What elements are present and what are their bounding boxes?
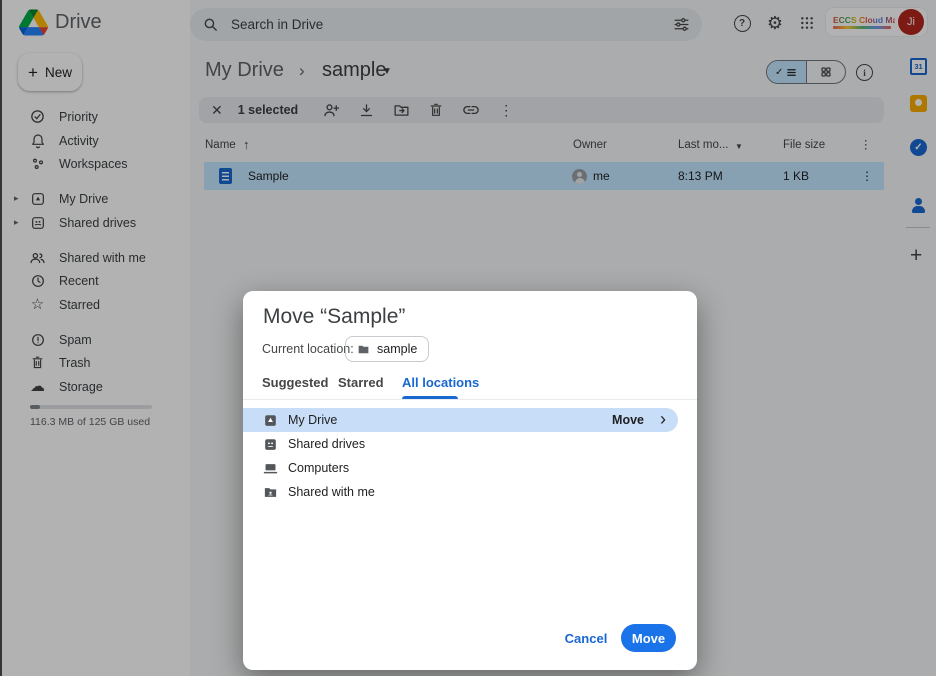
my-drive-icon bbox=[262, 412, 278, 428]
computer-icon bbox=[262, 460, 278, 476]
chevron-right-icon[interactable]: › bbox=[660, 410, 666, 430]
folder-icon bbox=[357, 343, 370, 356]
move-dialog: Move “Sample” Current location: sample S… bbox=[243, 291, 697, 670]
current-location-label: Current location: bbox=[262, 342, 354, 356]
location-item-shared-drives[interactable]: Shared drives bbox=[243, 432, 697, 456]
shared-drives-icon bbox=[262, 436, 278, 452]
row-move-action[interactable]: Move bbox=[612, 413, 644, 427]
tab-starred[interactable]: Starred bbox=[338, 375, 384, 392]
location-item-computers[interactable]: Computers bbox=[243, 456, 697, 480]
tabs-divider bbox=[243, 399, 697, 400]
tab-all-locations[interactable]: All locations bbox=[402, 375, 479, 392]
location-item-shared-with-me[interactable]: Shared with me bbox=[243, 480, 697, 504]
tab-suggested[interactable]: Suggested bbox=[262, 375, 328, 392]
google-drive-app: Drive ? ⚙ ECCS Cloud Mail Ji 31 ✓ + bbox=[0, 0, 936, 676]
move-button[interactable]: Move bbox=[621, 624, 676, 652]
dialog-title: Move “Sample” bbox=[263, 305, 405, 329]
cancel-button[interactable]: Cancel bbox=[558, 624, 614, 652]
location-item-my-drive[interactable]: My Drive Move › bbox=[243, 408, 678, 432]
shared-folder-icon bbox=[262, 484, 278, 500]
current-location-chip[interactable]: sample bbox=[345, 336, 429, 362]
